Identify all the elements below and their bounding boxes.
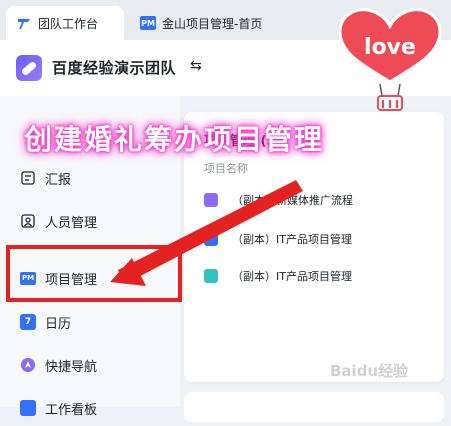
love-balloon-icon: love [338,8,442,111]
overlay-title: 创建婚礼筹办项目管理 [24,123,325,156]
watermark: Baidu经验 [330,362,409,380]
sticker-text: love [364,35,416,60]
